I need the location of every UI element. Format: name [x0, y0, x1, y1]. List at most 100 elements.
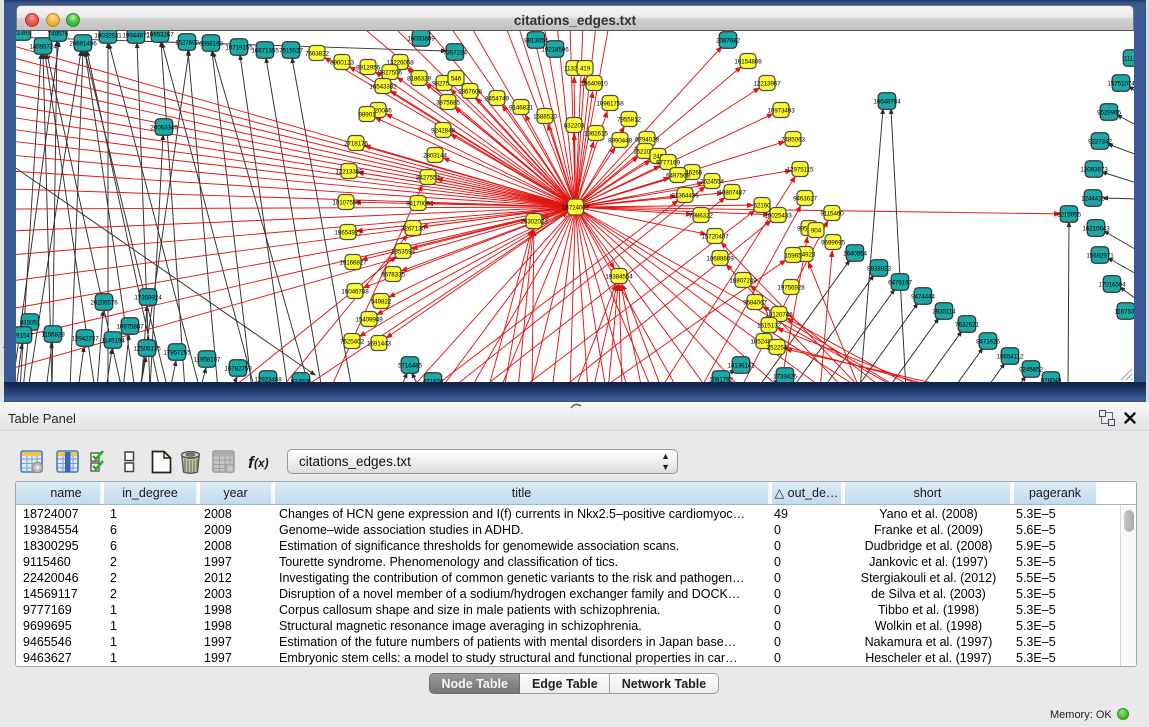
svg-text:21391: 21391 — [16, 31, 31, 36]
svg-text:15720407: 15720407 — [701, 233, 729, 240]
svg-text:16671355: 16671355 — [251, 47, 279, 54]
svg-text:904: 904 — [811, 227, 822, 234]
svg-text:8471626: 8471626 — [976, 338, 1000, 345]
svg-text:6497568: 6497568 — [666, 172, 690, 179]
svg-text:12923468: 12923468 — [254, 376, 282, 382]
svg-text:1640954: 1640954 — [843, 250, 867, 257]
svg-text:8938923: 8938923 — [867, 265, 891, 272]
svg-text:12975115: 12975115 — [787, 166, 814, 173]
svg-text:15692971: 15692971 — [1086, 252, 1114, 259]
svg-text:15965: 15965 — [784, 252, 802, 259]
svg-text:16648784: 16648784 — [873, 98, 901, 105]
svg-text:6966160: 6966160 — [199, 40, 223, 47]
svg-text:1353594: 1353594 — [391, 248, 415, 255]
svg-text:19756928: 19756928 — [777, 284, 805, 291]
svg-text:3624554: 3624554 — [700, 178, 724, 185]
svg-text:10653267: 10653267 — [146, 31, 174, 38]
svg-text:10975887: 10975887 — [116, 323, 144, 330]
svg-text:9146821: 9146821 — [509, 104, 533, 111]
svg-text:6794028: 6794028 — [635, 136, 659, 143]
svg-text:10688609: 10688609 — [706, 255, 734, 262]
svg-text:19384554: 19384554 — [605, 273, 633, 280]
svg-text:419: 419 — [580, 65, 591, 72]
svg-text:19218506: 19218506 — [541, 46, 569, 53]
svg-text:19166827: 19166827 — [339, 259, 367, 266]
svg-text:2087682: 2087682 — [716, 37, 740, 44]
svg-text:21364436: 21364436 — [671, 192, 699, 199]
svg-text:1167533: 1167533 — [1114, 308, 1134, 315]
svg-text:9827506: 9827506 — [378, 69, 402, 76]
svg-text:8186328: 8186328 — [407, 75, 431, 82]
svg-text:8427552: 8427552 — [416, 174, 440, 181]
svg-text:12505135: 12505135 — [133, 345, 161, 352]
svg-text:8813054: 8813054 — [524, 37, 548, 44]
svg-text:1691443: 1691443 — [367, 340, 391, 347]
svg-text:17957255: 17957255 — [163, 349, 191, 356]
svg-text:17359924: 17359924 — [134, 294, 162, 301]
svg-text:10807487: 10807487 — [718, 189, 746, 196]
svg-text:16210643: 16210643 — [1082, 225, 1110, 232]
svg-text:20053346: 20053346 — [150, 124, 178, 131]
svg-text:11958107: 11958107 — [194, 356, 221, 363]
svg-text:9699695: 9699695 — [821, 239, 845, 246]
svg-text:2867608: 2867608 — [458, 88, 482, 95]
svg-text:10107553: 10107553 — [332, 199, 360, 206]
svg-text:2803144: 2803144 — [423, 152, 447, 159]
svg-text:549822: 549822 — [371, 298, 392, 305]
svg-text:25302023: 25302023 — [520, 218, 548, 225]
svg-text:16154808: 16154808 — [734, 58, 762, 65]
svg-text:1527602: 1527602 — [175, 39, 199, 46]
svg-text:924506: 924506 — [291, 378, 312, 382]
svg-text:9242848: 9242848 — [431, 127, 455, 134]
svg-text:9463627: 9463627 — [793, 195, 817, 202]
svg-text:748576: 748576 — [48, 31, 69, 37]
svg-text:98901: 98901 — [358, 111, 376, 118]
svg-text:835051: 835051 — [20, 319, 41, 326]
svg-text:16782759: 16782759 — [224, 365, 252, 372]
svg-text:1733426: 1733426 — [773, 373, 797, 380]
svg-text:7955812: 7955812 — [617, 116, 641, 123]
svg-text:62160: 62160 — [753, 202, 771, 209]
svg-text:9417006: 9417006 — [406, 200, 430, 207]
svg-text:7357224: 7357224 — [443, 49, 467, 56]
svg-text:1362615: 1362615 — [584, 130, 608, 137]
svg-text:8678335: 8678335 — [381, 271, 405, 278]
svg-text:18640910: 18640910 — [580, 80, 608, 87]
svg-text:15751074: 15751074 — [1107, 80, 1134, 87]
svg-text:20206576: 20206576 — [90, 299, 118, 306]
svg-text:2718176: 2718176 — [344, 140, 368, 147]
svg-text:7515527: 7515527 — [279, 47, 303, 54]
svg-text:252254: 252254 — [767, 344, 788, 351]
svg-text:17016504: 17016504 — [1098, 281, 1126, 288]
svg-text:9245652: 9245652 — [1019, 366, 1043, 373]
svg-text:9474444: 9474444 — [911, 293, 935, 300]
svg-text:471626: 471626 — [423, 378, 444, 382]
svg-text:8990448: 8990448 — [608, 137, 632, 144]
svg-text:11123: 11123 — [1124, 55, 1134, 62]
svg-text:9115460: 9115460 — [820, 210, 844, 217]
svg-text:10654112: 10654112 — [997, 353, 1024, 360]
svg-text:7625402: 7625402 — [340, 338, 364, 345]
svg-text:18724007: 18724007 — [562, 204, 590, 211]
svg-text:12942737: 12942737 — [71, 335, 99, 342]
svg-text:12213369: 12213369 — [335, 168, 363, 175]
svg-text:10025433: 10025433 — [764, 212, 792, 219]
svg-text:1156829: 1156829 — [41, 331, 65, 338]
svg-text:16033809: 16033809 — [407, 35, 435, 42]
svg-text:6479197: 6479197 — [888, 279, 912, 286]
svg-text:5716485: 5716485 — [398, 362, 422, 369]
svg-text:9529966: 9529966 — [1097, 109, 1121, 116]
svg-text:(x): (x) — [254, 456, 269, 470]
svg-text:12213967: 12213967 — [753, 80, 781, 87]
svg-text:15409949: 15409949 — [355, 316, 383, 323]
svg-text:7632621: 7632621 — [955, 321, 979, 328]
svg-text:14136141: 14136141 — [727, 362, 755, 369]
svg-text:8912956: 8912956 — [356, 64, 380, 71]
svg-text:18032831: 18032831 — [94, 32, 122, 39]
svg-text:9684067: 9684067 — [743, 299, 767, 306]
svg-text:1588520: 1588520 — [533, 113, 557, 120]
svg-text:8960123: 8960123 — [330, 59, 354, 66]
svg-text:876049: 876049 — [1041, 377, 1062, 382]
svg-text:12093873: 12093873 — [1080, 166, 1108, 173]
svg-text:10973493: 10973493 — [767, 107, 795, 114]
